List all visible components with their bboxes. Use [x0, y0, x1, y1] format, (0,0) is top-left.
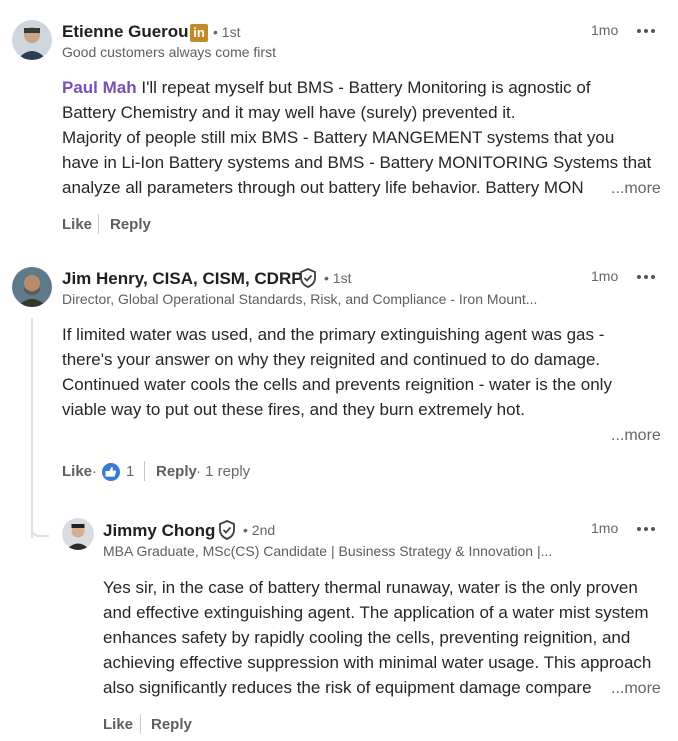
author-headline: MBA Graduate, MSc(CS) Candidate | Busine…: [103, 543, 553, 559]
connection-degree: • 2nd: [243, 522, 276, 538]
see-more-link[interactable]: ...more: [611, 427, 661, 445]
reply-button[interactable]: Reply: [151, 716, 192, 733]
comment-time: 1mo: [591, 22, 619, 38]
replies-count[interactable]: · 1 reply: [196, 463, 250, 480]
comment-body: If limited water was used, and the prima…: [62, 325, 612, 419]
like-button[interactable]: Like: [103, 716, 133, 733]
divider: [140, 714, 141, 734]
avatar-etienne[interactable]: [12, 20, 52, 60]
linkedin-premium-icon: in: [190, 24, 208, 42]
more-options-icon[interactable]: [637, 524, 657, 534]
comment-time: 1mo: [591, 268, 619, 284]
more-options-icon[interactable]: [637, 26, 657, 36]
comment-body: Paul Mah I'll repeat myself but BMS - Ba…: [62, 78, 652, 197]
author-headline: Good customers always come first: [62, 44, 276, 60]
author-name[interactable]: Etienne Guerou: [62, 22, 189, 42]
divider: [144, 461, 145, 481]
avatar-jim-henry[interactable]: [12, 267, 52, 307]
divider: [98, 214, 99, 234]
like-button[interactable]: Like: [62, 463, 92, 480]
author-name[interactable]: Jim Henry, CISA, CISM, CDRP: [62, 269, 303, 289]
reaction-count[interactable]: 1: [126, 463, 134, 480]
reply-button[interactable]: Reply: [110, 216, 151, 233]
verified-shield-icon: [219, 520, 235, 540]
connection-degree: • 1st: [213, 24, 241, 40]
author-headline: Director, Global Operational Standards, …: [62, 291, 538, 307]
author-name[interactable]: Jimmy Chong: [103, 521, 215, 541]
like-button[interactable]: Like: [62, 216, 92, 233]
verified-shield-icon: [300, 268, 316, 288]
see-more-link[interactable]: ...more: [611, 180, 661, 198]
see-more-link[interactable]: ...more: [611, 680, 661, 698]
reply-button[interactable]: Reply: [156, 463, 197, 480]
mention-link[interactable]: Paul Mah: [62, 78, 137, 97]
comment-body: Yes sir, in the case of battery thermal …: [103, 578, 652, 697]
avatar-jimmy-chong[interactable]: [62, 518, 94, 550]
more-options-icon[interactable]: [637, 272, 657, 282]
connection-degree: • 1st: [324, 270, 352, 286]
comment-time: 1mo: [591, 520, 619, 536]
separator-dot: ·: [92, 463, 97, 480]
thumbs-up-reaction-icon[interactable]: [102, 463, 120, 481]
reply-connector: [31, 505, 49, 537]
